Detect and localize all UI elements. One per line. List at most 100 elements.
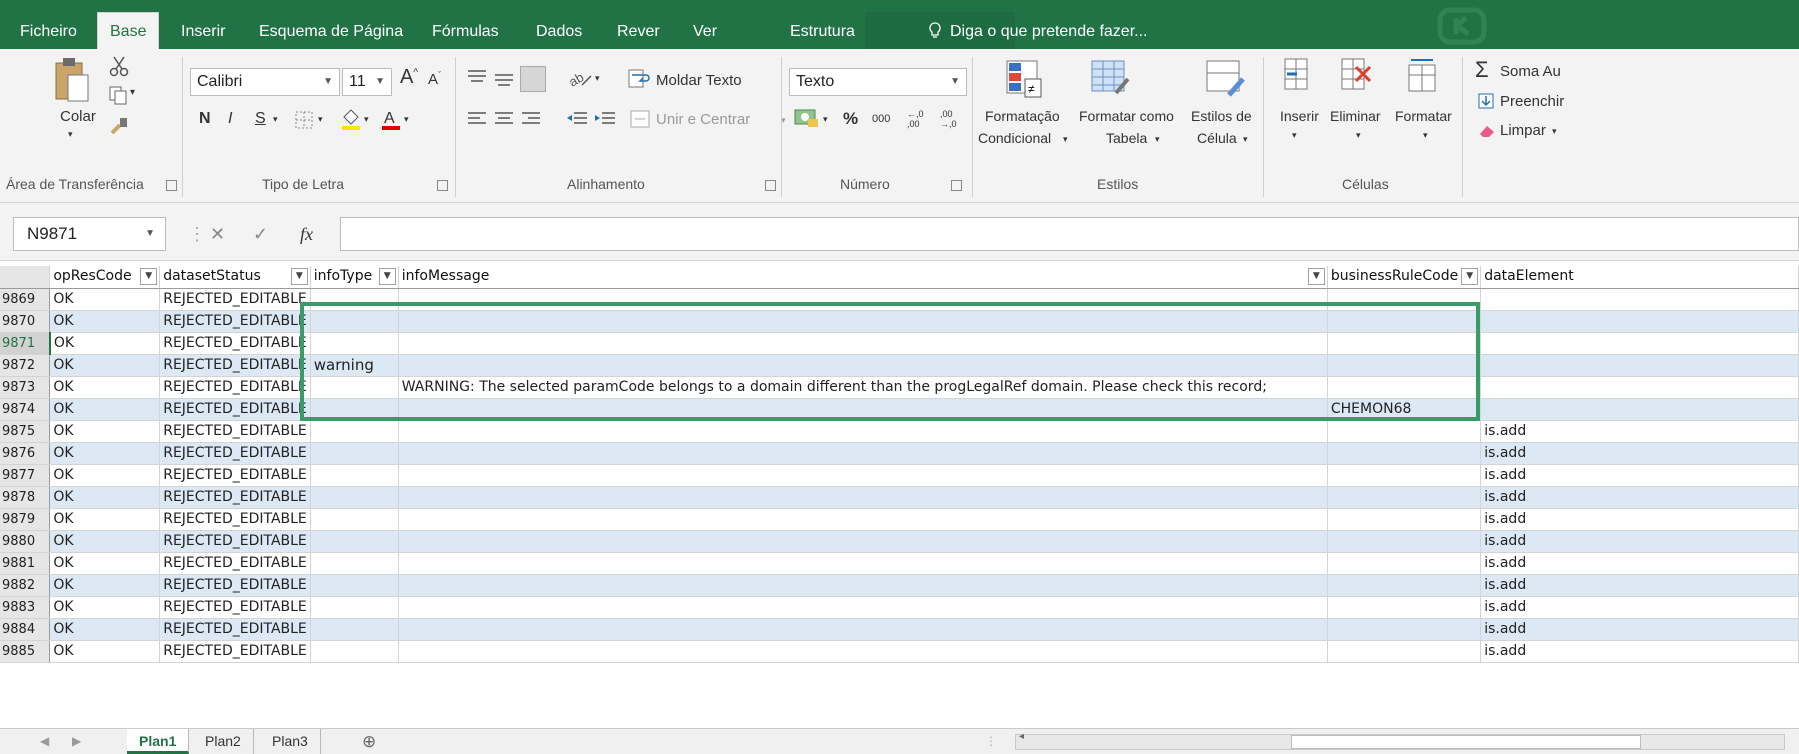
italic-button[interactable]: I: [228, 110, 232, 128]
cell-opResCode[interactable]: OK: [49, 486, 161, 509]
sheet-tab-plan1[interactable]: Plan1: [127, 729, 190, 754]
row-header[interactable]: 9869: [0, 288, 51, 311]
cell-datasetStatus[interactable]: REJECTED_EDITABLE: [159, 552, 311, 575]
row-header[interactable]: 9870: [0, 310, 51, 333]
cell-opResCode[interactable]: OK: [49, 640, 161, 663]
add-sheet-button[interactable]: ⊕: [362, 729, 376, 754]
format-as-table-line2[interactable]: Tabela: [1106, 130, 1147, 146]
merge-center-button[interactable]: Unir e Centrar: [656, 111, 750, 128]
cell-businessRuleCode[interactable]: [1327, 486, 1482, 509]
cell-opResCode[interactable]: OK: [49, 398, 161, 421]
cell-dataElement[interactable]: [1480, 332, 1799, 355]
align-center-icon[interactable]: [494, 111, 514, 127]
cell-opResCode[interactable]: OK: [49, 618, 161, 641]
cell-businessRuleCode[interactable]: CHEMON68: [1327, 398, 1482, 421]
table-row[interactable]: 9874 OK REJECTED_EDITABLE CHEMON68: [0, 398, 1799, 421]
table-row[interactable]: 9870 OK REJECTED_EDITABLE: [0, 310, 1799, 333]
column-header-opResCode[interactable]: opResCode ▼: [49, 266, 161, 289]
next-sheet-icon[interactable]: ▶: [72, 729, 81, 754]
filter-dropdown-icon[interactable]: ▼: [290, 268, 308, 285]
filter-dropdown-icon[interactable]: ▼: [378, 268, 396, 285]
borders-dropdown-icon[interactable]: ▾: [318, 114, 323, 125]
cell-infoType[interactable]: [310, 574, 399, 597]
table-row[interactable]: 9872 OK REJECTED_EDITABLE warning: [0, 354, 1799, 377]
cell-infoType[interactable]: [310, 288, 399, 311]
tab-formulas[interactable]: Fórmulas: [432, 14, 499, 49]
table-row[interactable]: 9877 OK REJECTED_EDITABLE is.add: [0, 464, 1799, 487]
comma-style-button[interactable]: 000: [872, 113, 890, 125]
cell-infoType[interactable]: warning: [310, 354, 399, 377]
table-row[interactable]: 9883 OK REJECTED_EDITABLE is.add: [0, 596, 1799, 619]
shrink-font-icon[interactable]: Aˇ: [428, 70, 441, 88]
cell-infoType[interactable]: [310, 398, 399, 421]
cell-dataElement[interactable]: is.add: [1480, 442, 1799, 465]
alignment-launcher-icon[interactable]: [765, 180, 776, 191]
cell-opResCode[interactable]: OK: [49, 596, 161, 619]
tab-base[interactable]: Base: [97, 12, 160, 49]
align-bottom-button[interactable]: [520, 66, 546, 92]
tab-rever[interactable]: Rever: [617, 14, 660, 49]
clear-dropdown-icon[interactable]: ▾: [1552, 126, 1557, 137]
cell-opResCode[interactable]: OK: [49, 332, 161, 355]
number-launcher-icon[interactable]: [951, 180, 962, 191]
format-as-table-icon[interactable]: [1090, 59, 1132, 99]
format-cells-button[interactable]: Formatar: [1395, 108, 1452, 124]
cell-businessRuleCode[interactable]: [1327, 552, 1482, 575]
cell-dataElement[interactable]: [1480, 310, 1799, 333]
cell-infoMessage[interactable]: [398, 486, 1328, 509]
cell-infoMessage[interactable]: [398, 288, 1328, 311]
wrap-text-icon[interactable]: [628, 69, 650, 89]
font-color-icon[interactable]: A: [380, 107, 402, 131]
split-handle-icon[interactable]: ⋮: [985, 729, 997, 754]
cell-businessRuleCode[interactable]: [1327, 420, 1482, 443]
column-header-datasetStatus[interactable]: datasetStatus ▼: [159, 266, 311, 289]
format-as-table-line1[interactable]: Formatar como: [1079, 108, 1174, 124]
insert-function-icon[interactable]: fx: [300, 217, 313, 251]
row-header[interactable]: 9879: [0, 508, 51, 531]
sheet-tab-plan2[interactable]: Plan2: [193, 729, 254, 754]
cell-dataElement[interactable]: is.add: [1480, 508, 1799, 531]
tab-ficheiro[interactable]: Ficheiro: [20, 14, 77, 49]
font-name-combo[interactable]: Calibri ▼: [190, 68, 340, 96]
grow-font-icon[interactable]: A^: [400, 66, 418, 89]
row-header[interactable]: 9881: [0, 552, 51, 575]
increase-indent-icon[interactable]: [594, 111, 616, 127]
cell-datasetStatus[interactable]: REJECTED_EDITABLE: [159, 288, 311, 311]
cell-businessRuleCode[interactable]: [1327, 574, 1482, 597]
row-header[interactable]: 9876: [0, 442, 51, 465]
orientation-dropdown-icon[interactable]: ▾: [595, 73, 600, 84]
format-painter-icon[interactable]: [108, 115, 130, 137]
cell-dataElement[interactable]: [1480, 376, 1799, 399]
tab-ver[interactable]: Ver: [693, 14, 717, 49]
cut-icon[interactable]: [108, 55, 130, 77]
filter-dropdown-icon[interactable]: ▼: [1307, 268, 1325, 285]
cell-infoType[interactable]: [310, 640, 399, 663]
cell-datasetStatus[interactable]: REJECTED_EDITABLE: [159, 376, 311, 399]
cell-businessRuleCode[interactable]: [1327, 508, 1482, 531]
cell-datasetStatus[interactable]: REJECTED_EDITABLE: [159, 618, 311, 641]
cell-infoType[interactable]: [310, 508, 399, 531]
enter-icon[interactable]: ✓: [253, 217, 268, 251]
cell-dataElement[interactable]: is.add: [1480, 596, 1799, 619]
cell-opResCode[interactable]: OK: [49, 376, 161, 399]
paste-label[interactable]: Colar: [60, 108, 96, 125]
cell-infoType[interactable]: [310, 310, 399, 333]
cell-styles-dropdown-icon[interactable]: ▾: [1243, 134, 1248, 145]
cell-businessRuleCode[interactable]: [1327, 310, 1482, 333]
row-header[interactable]: 9884: [0, 618, 51, 641]
align-left-icon[interactable]: [467, 111, 487, 127]
table-row[interactable]: 9869 OK REJECTED_EDITABLE: [0, 288, 1799, 311]
percent-style-button[interactable]: %: [843, 109, 858, 129]
row-header[interactable]: 9882: [0, 574, 51, 597]
cell-datasetStatus[interactable]: REJECTED_EDITABLE: [159, 508, 311, 531]
cell-dataElement[interactable]: is.add: [1480, 640, 1799, 663]
cell-infoMessage[interactable]: [398, 618, 1328, 641]
number-format-combo[interactable]: Texto ▼: [789, 68, 967, 96]
cell-infoMessage[interactable]: [398, 442, 1328, 465]
cell-opResCode[interactable]: OK: [49, 508, 161, 531]
cell-businessRuleCode[interactable]: [1327, 596, 1482, 619]
accounting-format-icon[interactable]: [794, 107, 820, 129]
decrease-decimal-button[interactable]: ,00 →,0: [940, 109, 964, 129]
cell-datasetStatus[interactable]: REJECTED_EDITABLE: [159, 442, 311, 465]
font-launcher-icon[interactable]: [437, 180, 448, 191]
